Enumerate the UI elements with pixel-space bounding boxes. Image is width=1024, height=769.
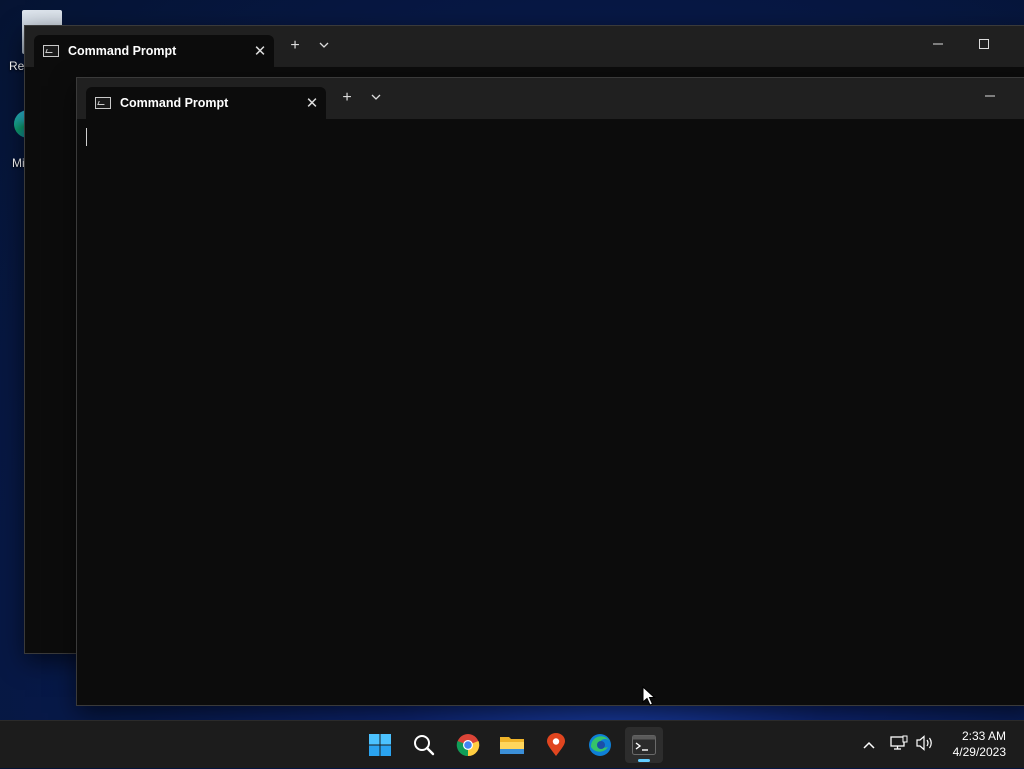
file-explorer-icon <box>500 737 524 754</box>
taskbar-chrome[interactable] <box>449 727 487 763</box>
text-cursor <box>86 128 87 146</box>
taskbar: 2:33 AM 4/29/2023 <box>0 720 1024 768</box>
mouse-pointer-icon <box>642 686 656 706</box>
active-indicator <box>638 759 650 762</box>
show-hidden-icons-button[interactable] <box>860 736 878 754</box>
terminal-icon <box>632 735 656 755</box>
search-button[interactable] <box>405 727 443 763</box>
maximize-button[interactable] <box>961 36 1007 52</box>
tab-dropdown-button[interactable] <box>365 90 387 106</box>
cmd-icon <box>95 97 111 109</box>
tab-dropdown-button[interactable] <box>313 38 335 54</box>
chevron-up-icon <box>863 741 875 749</box>
tab-close-button[interactable]: ✕ <box>246 42 274 60</box>
system-tray <box>860 721 934 769</box>
new-tab-button[interactable]: + <box>284 38 306 54</box>
cmd-icon <box>43 45 59 57</box>
search-icon <box>414 735 435 756</box>
tab-close-button[interactable]: ✕ <box>298 94 326 112</box>
edge-icon <box>589 734 611 756</box>
minimize-icon <box>933 43 943 45</box>
tab-command-prompt[interactable]: Command Prompt ✕ <box>34 35 274 67</box>
chevron-down-icon <box>371 94 381 100</box>
chrome-icon <box>456 734 480 757</box>
maximize-icon <box>979 39 989 49</box>
volume-button[interactable] <box>916 734 934 756</box>
volume-icon <box>916 734 932 751</box>
clock[interactable]: 2:33 AM 4/29/2023 <box>953 728 1006 760</box>
title-bar[interactable]: Command Prompt ✕ + <box>77 78 1024 119</box>
minimize-button[interactable] <box>967 88 1013 104</box>
maps-icon <box>547 733 565 756</box>
tab-title: Command Prompt <box>120 96 229 110</box>
taskbar-edge[interactable] <box>581 727 619 763</box>
network-button[interactable] <box>890 735 908 756</box>
start-button[interactable] <box>361 727 399 763</box>
terminal-window-front[interactable]: Command Prompt ✕ + <box>77 78 1024 705</box>
tab-title: Command Prompt <box>68 44 177 58</box>
clock-time: 2:33 AM <box>961 729 1006 743</box>
desktop-icon-label: Mi <box>12 156 25 170</box>
clock-date: 4/29/2023 <box>952 745 1006 759</box>
minimize-icon <box>985 95 995 97</box>
taskbar-terminal[interactable] <box>625 727 663 763</box>
taskbar-file-explorer[interactable] <box>493 727 531 763</box>
network-icon <box>890 735 908 750</box>
new-tab-button[interactable]: + <box>336 90 358 106</box>
tab-command-prompt[interactable]: Command Prompt ✕ <box>86 87 326 119</box>
taskbar-maps[interactable] <box>537 727 575 763</box>
chevron-down-icon <box>319 42 329 48</box>
start-icon <box>369 734 391 756</box>
minimize-button[interactable] <box>915 36 961 52</box>
title-bar[interactable]: Command Prompt ✕ + <box>25 26 1024 67</box>
